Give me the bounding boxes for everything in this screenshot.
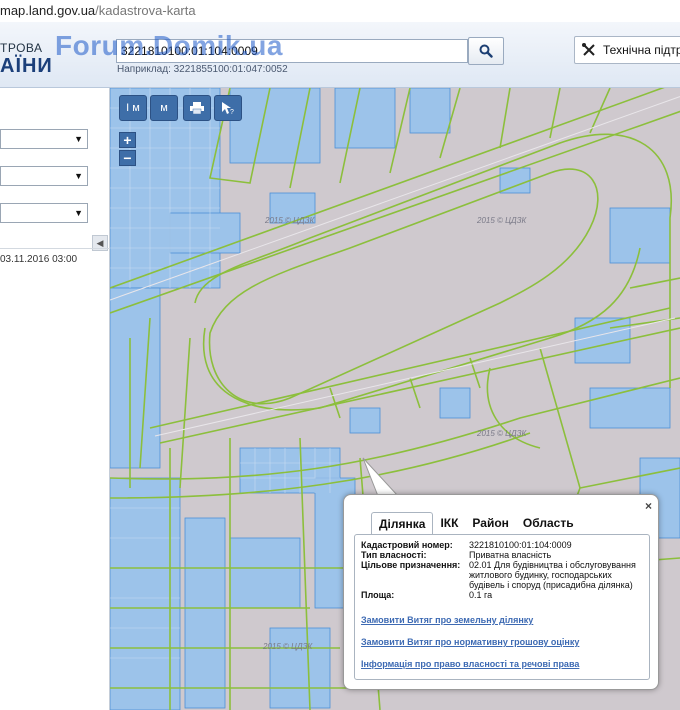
cadastral-search-input[interactable] — [116, 39, 468, 63]
tab-region[interactable]: Область — [516, 512, 581, 535]
ownership-info-link[interactable]: Інформація про право власності та речові… — [361, 659, 579, 669]
zoom-out-button[interactable]: − — [119, 150, 136, 166]
svg-text:?: ? — [230, 109, 234, 115]
search-button[interactable] — [468, 37, 504, 65]
address-bar[interactable]: map.land.gov.ua/kadastrova-karta — [0, 0, 680, 22]
cadastral-map[interactable]: I м м ? + − 2015 © ЦДЗК 2015 © ЦДЗК 2015… — [110, 88, 680, 710]
print-icon — [190, 102, 204, 114]
info-row-area: Площа: 0.1 га — [361, 590, 647, 600]
parcel-info-popup: × Ділянка ІКК Район Область Кадастровий … — [343, 494, 659, 690]
cursor-question-icon: ? — [222, 102, 234, 115]
tech-support-button[interactable]: Технічна підтри — [574, 36, 680, 64]
info-label: Площа: — [361, 590, 395, 600]
chevron-down-icon: ▼ — [74, 171, 83, 181]
tab-ikk[interactable]: ІКК — [433, 512, 465, 535]
identify-button[interactable]: ? — [214, 95, 242, 121]
info-label: Кадастровий номер: — [361, 540, 453, 550]
left-sidebar: ▼ ▼ ▼ ◀ 03.11.2016 03:00 — [0, 88, 110, 710]
popup-tabs: Ділянка ІКК Район Область — [371, 512, 581, 535]
tools-icon — [582, 43, 595, 56]
print-button[interactable] — [183, 95, 211, 121]
close-icon[interactable]: × — [645, 499, 652, 513]
update-date: 03.11.2016 03:00 — [0, 254, 78, 265]
search-icon — [479, 44, 493, 58]
sidebar-divider — [0, 248, 110, 249]
info-row-cadastral-number: Кадастровий номер: 3221810100:01:104:0009 — [361, 540, 647, 550]
measure-distance-icon: I м — [126, 102, 140, 114]
info-label: Цільове призначення: — [361, 560, 461, 570]
url-path: /kadastrova-karta — [95, 3, 196, 18]
tech-support-label: Технічна підтри — [603, 43, 680, 57]
tab-district[interactable]: Район — [465, 512, 515, 535]
logo-text-line2: АЇНИ — [0, 55, 53, 77]
order-extract-link[interactable]: Замовити Витяг про земельну ділянку — [361, 615, 533, 625]
chevron-down-icon: ▼ — [74, 134, 83, 144]
logo-text-line1: ТРОВА — [0, 41, 43, 55]
layer-select-2[interactable]: ▼ — [0, 166, 88, 186]
layer-select-3[interactable]: ▼ — [0, 203, 88, 223]
map-copyright: 2015 © ЦДЗК — [263, 642, 313, 651]
info-row-ownership: Тип власності: Приватна власність — [361, 550, 647, 560]
measure-area-button[interactable]: м — [150, 95, 178, 121]
map-copyright: 2015 © ЦДЗК — [265, 216, 315, 225]
order-valuation-link[interactable]: Замовити Витяг про нормативну грошову оц… — [361, 637, 579, 647]
layer-select-1[interactable]: ▼ — [0, 129, 88, 149]
parcel-details-panel: Кадастровий номер: 3221810100:01:104:0009… — [354, 534, 650, 680]
info-value: 0.1 га — [469, 590, 493, 600]
info-value: 3221810100:01:104:0009 — [469, 540, 572, 550]
search-hint: Наприклад: 3221855100:01:047:0052 — [117, 64, 288, 75]
measure-distance-button[interactable]: I м — [119, 95, 147, 121]
info-value: 02.01 Для будівництва і обслуговування ж… — [469, 560, 636, 590]
url-host: map.land.gov.ua — [0, 3, 96, 18]
info-row-purpose: Цільове призначення: 02.01 Для будівництв… — [361, 560, 647, 590]
info-label: Тип власності: — [361, 550, 427, 560]
measure-area-icon: м — [160, 102, 168, 114]
chevron-down-icon: ▼ — [74, 208, 83, 218]
map-copyright: 2015 © ЦДЗК — [477, 216, 527, 225]
app-header: ТРОВА АЇНИ Наприклад: 3221855100:01:047:… — [0, 22, 680, 88]
tab-parcel[interactable]: Ділянка — [371, 512, 434, 535]
map-copyright: 2015 © ЦДЗК — [477, 429, 527, 438]
info-value: Приватна власність — [469, 550, 552, 560]
zoom-in-button[interactable]: + — [119, 132, 136, 148]
